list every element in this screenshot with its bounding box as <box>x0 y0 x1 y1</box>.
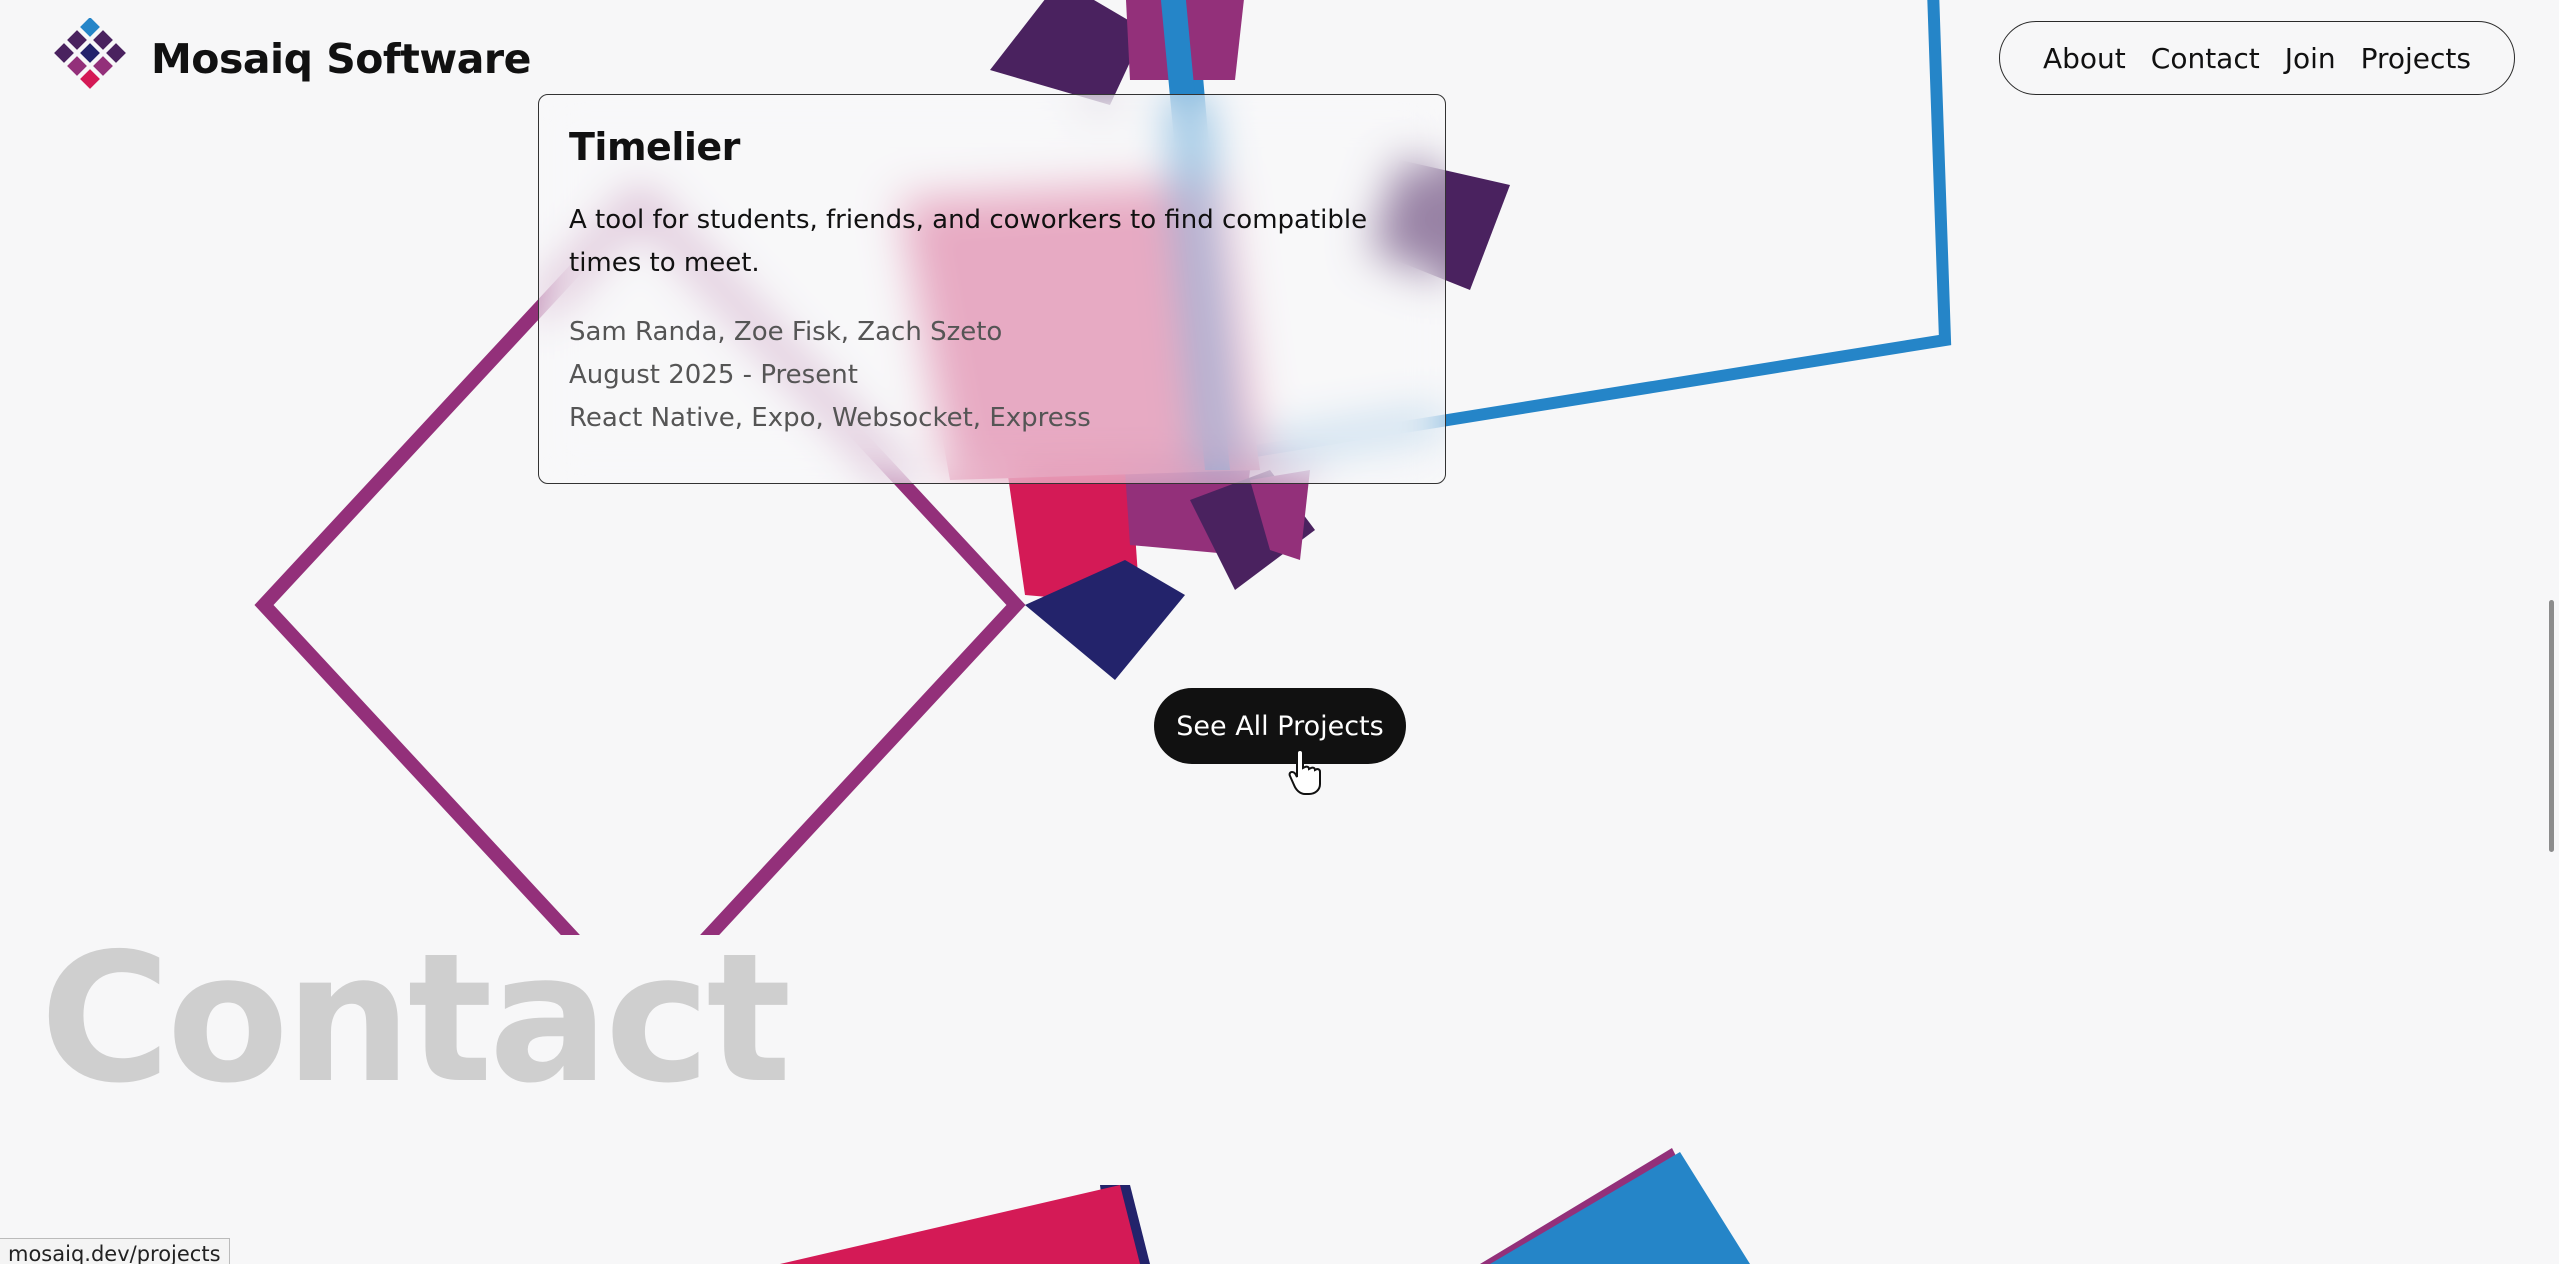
main-nav: About Contact Join Projects <box>1999 21 2515 95</box>
nav-link-contact[interactable]: Contact <box>2151 42 2260 75</box>
nav-link-about[interactable]: About <box>2043 42 2126 75</box>
crimson-square <box>780 1185 1140 1264</box>
project-dates: August 2025 - Present <box>569 360 858 390</box>
project-stack: React Native, Expo, Websocket, Express <box>569 403 1091 433</box>
nav-link-join[interactable]: Join <box>2285 42 2336 75</box>
nav-link-projects[interactable]: Projects <box>2361 42 2471 75</box>
status-bar-url: mosaiq.dev/projects <box>0 1238 230 1264</box>
project-description: A tool for students, friends, and cowork… <box>569 205 1368 278</box>
mosaic-diamond-logo-icon <box>54 18 126 89</box>
deep-purple-square <box>990 0 1145 105</box>
brand-name: Mosaiq Software <box>151 35 531 83</box>
see-all-projects-button[interactable]: See All Projects <box>1154 688 1406 764</box>
blue-square <box>1490 1152 1750 1264</box>
project-team: Sam Randa, Zoe Fisk, Zach Szeto <box>569 317 1003 347</box>
section-heading-contact: Contact <box>40 915 791 1122</box>
project-title: Timelier <box>569 125 740 169</box>
page: Mosaiq Software About Contact Join Proje… <box>0 0 2559 1264</box>
brand-logo[interactable]: Mosaiq Software <box>49 18 531 100</box>
hand-cursor-icon <box>1288 748 1321 795</box>
project-card[interactable]: Timelier A tool for students, friends, a… <box>538 94 1446 484</box>
scrollbar-thumb[interactable] <box>2549 600 2554 852</box>
